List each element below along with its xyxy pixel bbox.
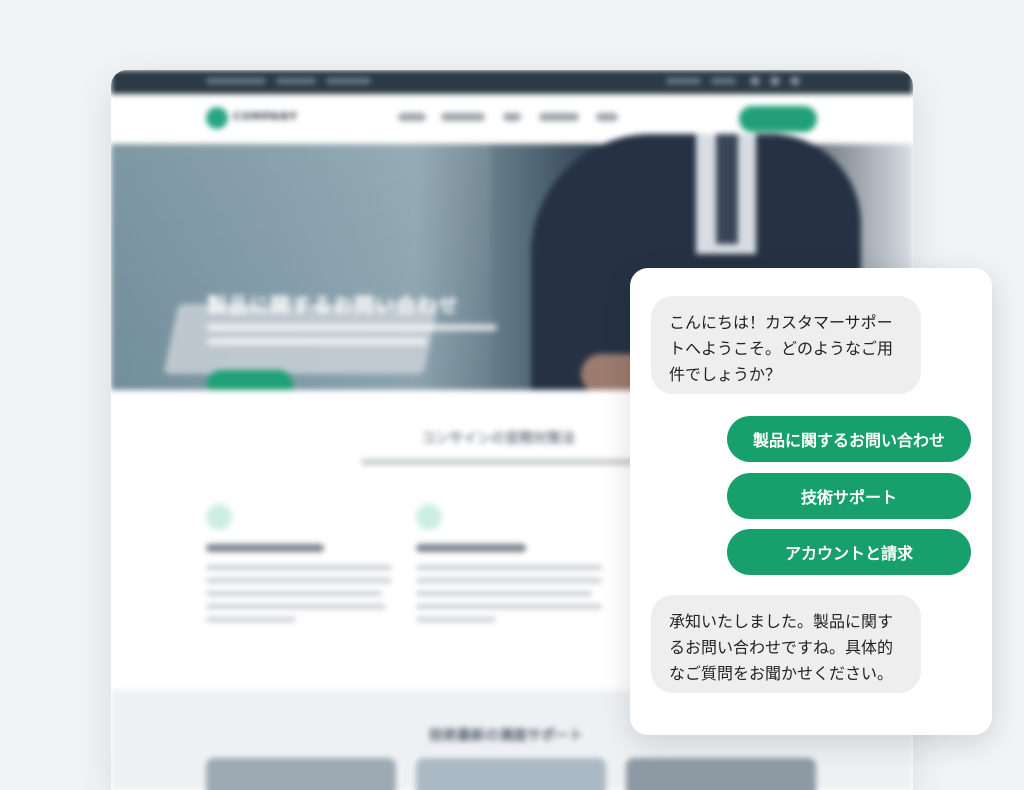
- feature-text-line: [206, 565, 392, 570]
- top-bar-link: [206, 78, 266, 84]
- logo-icon: [206, 107, 228, 129]
- top-bar-link: [276, 78, 316, 84]
- social-icon: [791, 77, 799, 85]
- feature-text-line: [416, 604, 602, 609]
- top-bar-link: [326, 78, 371, 84]
- hero-title: 製品に関するお問い合わせ: [207, 293, 459, 317]
- chat-panel: こんにちは！カスタマーサポートへようこそ。どのようなご用件でしょうか？ 製品に関…: [630, 268, 992, 735]
- feature-title-line: [416, 544, 526, 552]
- hero-subtitle-line: [207, 338, 427, 345]
- hero-subtitle-line: [207, 324, 497, 331]
- support-thumbnail: [626, 758, 816, 790]
- hero-person-tie: [716, 134, 738, 244]
- option-tech-support-button[interactable]: 技術サポート: [727, 473, 971, 519]
- feature-text-line: [206, 591, 382, 596]
- nav-link: [596, 113, 618, 121]
- nav-cta-button: [739, 106, 817, 132]
- feature-text-line: [416, 591, 592, 596]
- social-icon: [771, 77, 779, 85]
- logo-text: COMPANY: [233, 110, 298, 123]
- option-account-billing-button[interactable]: アカウントと請求: [727, 529, 971, 575]
- features-subtitle-line: [361, 459, 661, 465]
- top-bar-link: [711, 78, 736, 84]
- website-top-bar: [111, 70, 913, 94]
- support-thumbnail: [416, 758, 606, 790]
- bot-greeting-message: こんにちは！カスタマーサポートへようこそ。どのようなご用件でしょうか？: [651, 296, 921, 394]
- feature-text-line: [416, 617, 496, 622]
- nav-link: [503, 113, 521, 121]
- support-title: 技術最新の満面サポート: [429, 728, 583, 744]
- option-product-inquiry-button[interactable]: 製品に関するお問い合わせ: [727, 416, 971, 462]
- feature-text-line: [206, 578, 392, 583]
- feature-text-line: [416, 578, 602, 583]
- top-bar-link: [666, 78, 701, 84]
- nav-link: [441, 113, 485, 121]
- feature-icon: [416, 504, 442, 530]
- bot-reply-message: 承知いたしました。製品に関するお問い合わせですね。具体的なご質問をお聞かせくださ…: [651, 595, 921, 693]
- features-title: コンサインの宮際対策法: [421, 431, 575, 447]
- feature-text-line: [206, 617, 296, 622]
- social-icon: [751, 77, 759, 85]
- feature-icon: [206, 504, 232, 530]
- nav-link: [398, 113, 426, 121]
- feature-title-line: [206, 544, 324, 552]
- nav-link: [539, 113, 579, 121]
- feature-text-line: [416, 565, 602, 570]
- support-thumbnail: [206, 758, 396, 790]
- feature-text-line: [206, 604, 386, 609]
